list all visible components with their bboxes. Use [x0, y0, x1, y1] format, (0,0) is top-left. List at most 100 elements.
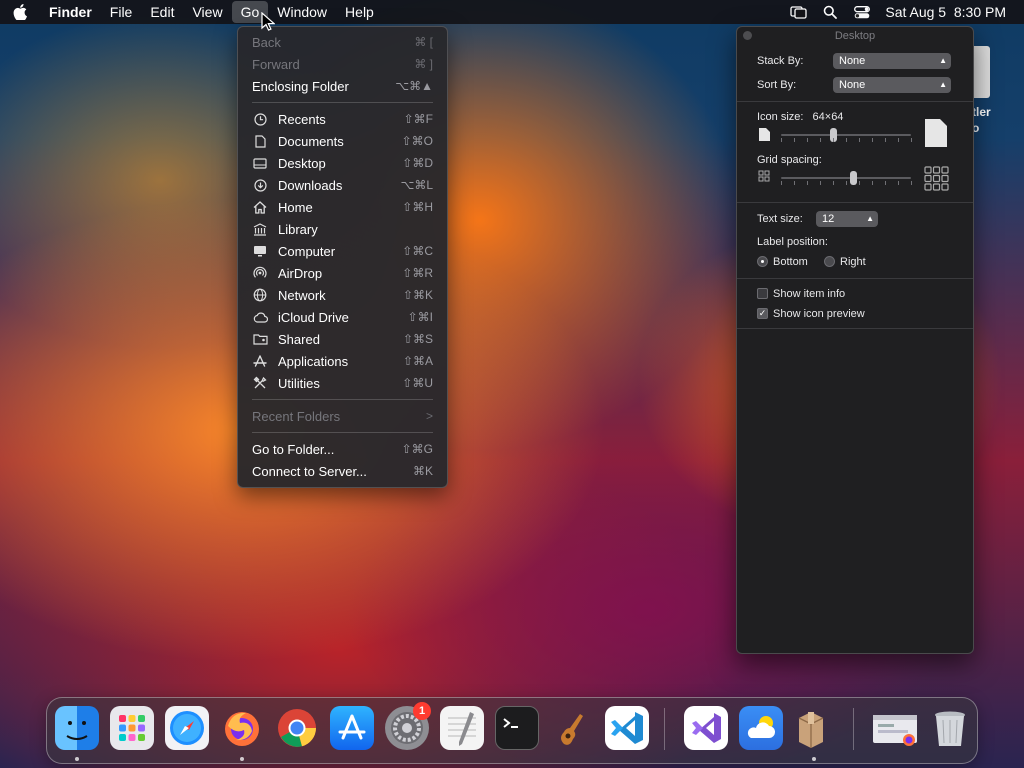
dock-separator [853, 708, 854, 750]
menu-item-utilities[interactable]: Utilities ⇧⌘U [244, 372, 441, 394]
menu-item-recent-folders[interactable]: Recent Folders > [244, 405, 441, 427]
dock-app-store-icon[interactable] [330, 706, 374, 750]
sort-by-value: None [839, 79, 866, 91]
text-size-popup[interactable]: 12 ▲ [816, 211, 878, 227]
clock-icon [252, 112, 268, 126]
icon-size-slider[interactable] [781, 128, 912, 142]
dock-garageband-icon[interactable] [550, 706, 594, 750]
library-icon [252, 222, 268, 236]
dock-trash-icon[interactable] [928, 706, 972, 750]
slider-tick [911, 181, 912, 185]
menu-item-library[interactable]: Library [244, 218, 441, 240]
slider-tick [846, 138, 847, 142]
download-icon [252, 178, 268, 192]
menu-item-shortcut: ⇧⌘I [407, 310, 433, 324]
dock-launchpad-icon[interactable] [110, 706, 154, 750]
menu-item-downloads[interactable]: Downloads ⌥⌘L [244, 174, 441, 196]
submenu-chevron-icon: > [425, 409, 433, 423]
popup-arrows-icon: ▲ [939, 56, 947, 65]
grid-spacing-slider-knob[interactable] [850, 171, 857, 185]
slider-tick [898, 181, 899, 185]
menu-item-shortcut: ⇧⌘O [401, 134, 433, 148]
menu-item-label: Library [278, 221, 318, 237]
menu-item-computer[interactable]: Computer ⇧⌘C [244, 240, 441, 262]
menu-item-documents[interactable]: Documents ⇧⌘O [244, 130, 441, 152]
finder-app-menu[interactable]: Finder [40, 1, 101, 23]
control-center-icon[interactable] [853, 5, 871, 19]
menu-item-label: Shared [278, 331, 320, 347]
screen-mirroring-icon[interactable] [789, 5, 807, 19]
menu-item-network[interactable]: Network ⇧⌘K [244, 284, 441, 306]
menu-item-go-to-folder[interactable]: Go to Folder... ⇧⌘G [244, 438, 441, 460]
dock-finder-icon[interactable] [55, 706, 99, 750]
menu-item-shortcut: ⇧⌘D [402, 156, 433, 170]
menu-item-applications[interactable]: Applications ⇧⌘A [244, 350, 441, 372]
airdrop-icon [252, 266, 268, 280]
label-position-bottom-radio[interactable] [757, 256, 768, 267]
menu-item-shortcut: ⇧⌘C [402, 244, 433, 258]
menu-item-label: Downloads [278, 177, 343, 193]
running-indicator [75, 757, 79, 761]
label-position-right-radio[interactable] [824, 256, 835, 267]
menu-file[interactable]: File [101, 1, 142, 23]
show-item-info-checkbox[interactable] [757, 288, 768, 299]
apple-menu-icon[interactable] [0, 4, 40, 20]
menu-item-home[interactable]: Home ⇧⌘H [244, 196, 441, 218]
dock-visual-studio-icon[interactable] [684, 706, 728, 750]
spotlight-search-icon[interactable] [821, 5, 839, 19]
desktop-file-label[interactable]: tler o [972, 104, 991, 136]
slider-tick [911, 138, 912, 142]
slider-tick [859, 181, 860, 185]
menu-item-icloud-drive[interactable]: iCloud Drive ⇧⌘I [244, 306, 441, 328]
menu-bar-clock[interactable]: Sat Aug 5 8:30 PM [885, 4, 1006, 20]
menu-item-forward[interactable]: Forward ⌘ ] [244, 53, 441, 75]
slider-tick [898, 138, 899, 142]
show-icon-preview-checkbox[interactable]: ✓ [757, 308, 768, 319]
grid-spacing-slider[interactable] [781, 171, 912, 185]
menu-item-enclosing-folder[interactable]: Enclosing Folder ⌥⌘▲ [244, 75, 441, 97]
popup-arrows-icon: ▲ [866, 214, 874, 223]
menu-view[interactable]: View [183, 1, 231, 23]
applications-icon [252, 354, 268, 368]
desktop-file-icon[interactable] [970, 38, 1024, 98]
dock-archive-utility-icon[interactable] [789, 706, 833, 750]
icon-size-label-text: Icon size: [757, 111, 804, 123]
menu-item-label: Desktop [278, 155, 326, 171]
menu-item-label: iCloud Drive [278, 309, 349, 325]
document-icon [252, 134, 268, 148]
menu-item-airdrop[interactable]: AirDrop ⇧⌘R [244, 262, 441, 284]
menu-item-label: Enclosing Folder [252, 78, 349, 94]
label-position-label: Label position: [757, 236, 828, 248]
dock-weather-icon[interactable] [739, 706, 783, 750]
view-options-panel: Desktop Stack By: None ▲ Sort By: None ▲… [736, 26, 974, 654]
menu-item-label: Computer [278, 243, 336, 259]
menu-edit[interactable]: Edit [141, 1, 183, 23]
dock-downloads-stack-icon[interactable] [870, 706, 920, 750]
dock-textedit-icon[interactable] [440, 706, 484, 750]
panel-title: Desktop [834, 30, 876, 42]
dock-firefox-icon[interactable] [220, 706, 264, 750]
dock-terminal-icon[interactable] [495, 706, 539, 750]
dock-safari-icon[interactable] [165, 706, 209, 750]
network-icon [252, 288, 268, 302]
slider-tick [846, 181, 847, 185]
large-grid-icon [924, 166, 949, 194]
menu-window[interactable]: Window [268, 1, 336, 23]
dock-vscode-icon[interactable] [605, 706, 649, 750]
label-position-bottom-label: Bottom [773, 256, 808, 268]
menu-item-label: Documents [278, 133, 344, 149]
menu-item-shortcut: ⇧⌘A [402, 354, 433, 368]
slider-tick [885, 181, 886, 185]
menu-item-recents[interactable]: Recents ⇧⌘F [244, 108, 441, 130]
menu-help[interactable]: Help [336, 1, 383, 23]
menu-item-shared[interactable]: Shared ⇧⌘S [244, 328, 441, 350]
dock-chrome-icon[interactable] [275, 706, 319, 750]
menu-item-connect-to-server[interactable]: Connect to Server... ⌘K [244, 460, 441, 482]
stack-by-value: None [839, 55, 866, 67]
stack-by-popup[interactable]: None ▲ [833, 53, 951, 69]
slider-tick [820, 138, 821, 142]
menu-item-desktop[interactable]: Desktop ⇧⌘D [244, 152, 441, 174]
popup-arrows-icon: ▲ [939, 80, 947, 89]
sort-by-popup[interactable]: None ▲ [833, 77, 951, 93]
menu-item-shortcut: ⌘ [ [414, 35, 433, 49]
